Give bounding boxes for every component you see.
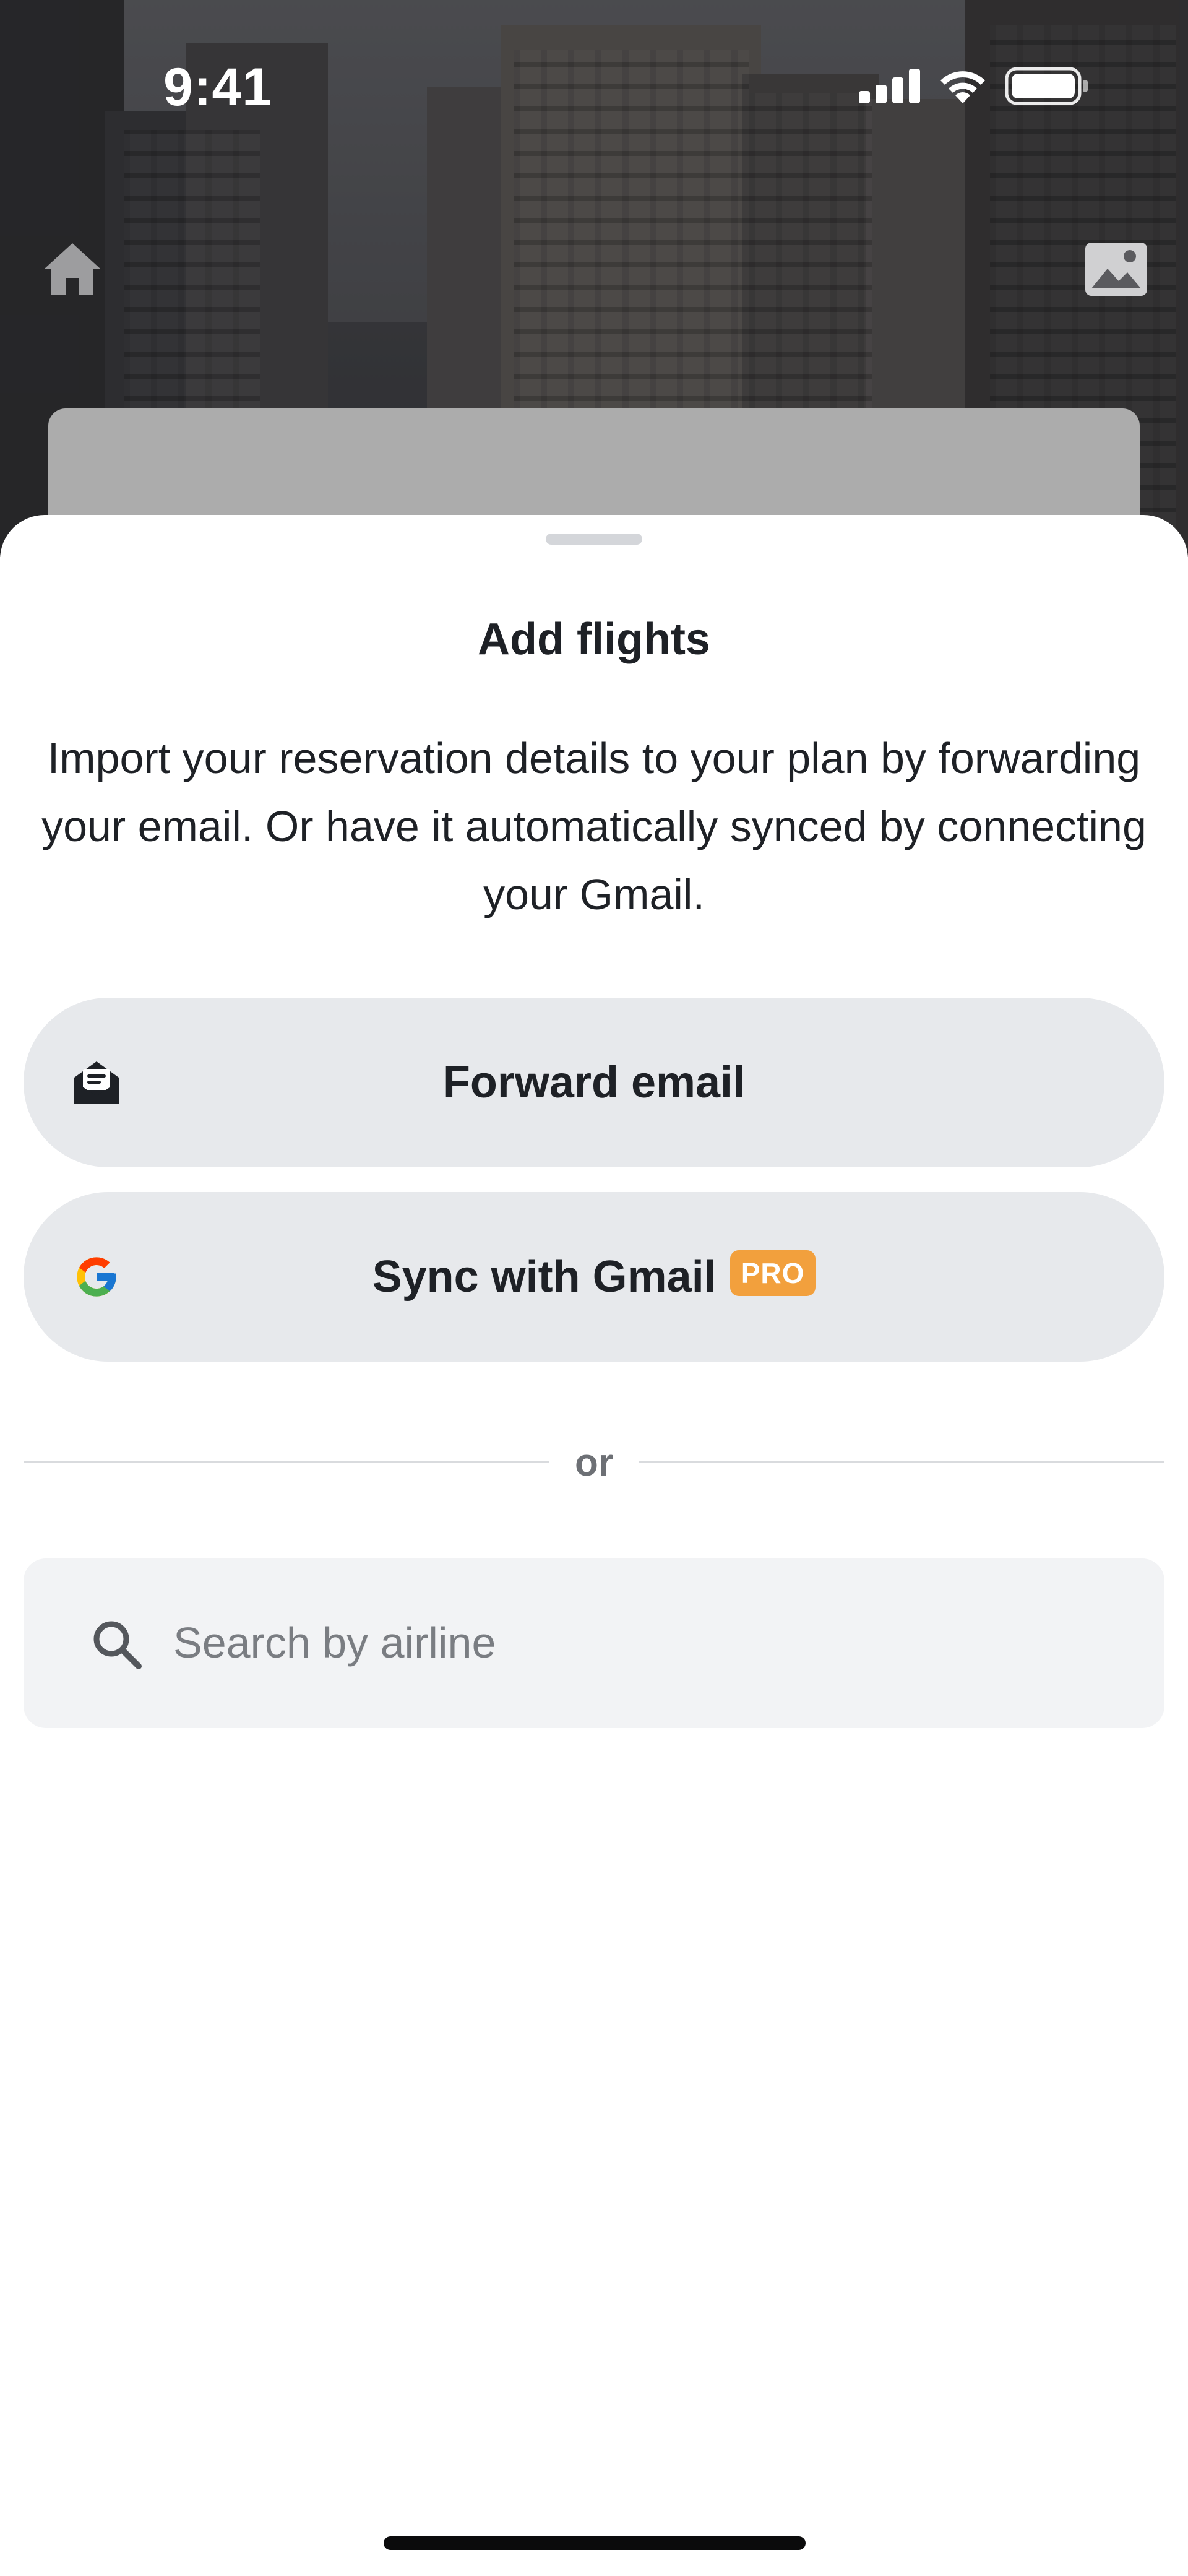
- image-icon: [1085, 243, 1147, 296]
- sync-gmail-button[interactable]: Sync with Gmail PRO: [24, 1192, 1164, 1362]
- open-envelope-icon: [72, 1058, 121, 1107]
- airline-search-input[interactable]: [172, 1602, 1140, 1683]
- cellular-signal-icon: [859, 69, 920, 103]
- divider-text: or: [575, 1441, 613, 1484]
- sync-gmail-label: Sync with Gmail: [372, 1252, 717, 1302]
- forward-email-label: Forward email: [442, 1058, 746, 1107]
- battery-icon: [1005, 67, 1088, 105]
- divider-line-left: [24, 1461, 549, 1463]
- pro-badge: PRO: [730, 1250, 816, 1296]
- sheet-grabber[interactable]: [546, 534, 642, 545]
- forward-email-button[interactable]: Forward email: [24, 998, 1164, 1167]
- airline-search-box[interactable]: [24, 1558, 1164, 1728]
- divider-line-right: [639, 1461, 1164, 1463]
- status-time: 9:41: [163, 58, 273, 117]
- status-icons: [859, 67, 1089, 105]
- sheet-description: Import your reservation details to your …: [41, 734, 1147, 918]
- sheet-title: Add flights: [478, 615, 710, 664]
- home-button[interactable]: [38, 235, 106, 303]
- home-indicator: [384, 2536, 806, 2550]
- add-flights-sheet: Add flights Import your reservation deta…: [0, 515, 1188, 2576]
- wifi-icon: [940, 71, 985, 103]
- change-image-button[interactable]: [1079, 235, 1153, 303]
- or-divider: or: [24, 1441, 1164, 1484]
- home-icon: [44, 243, 101, 295]
- google-icon: [72, 1252, 121, 1302]
- search-icon: [93, 1621, 142, 1669]
